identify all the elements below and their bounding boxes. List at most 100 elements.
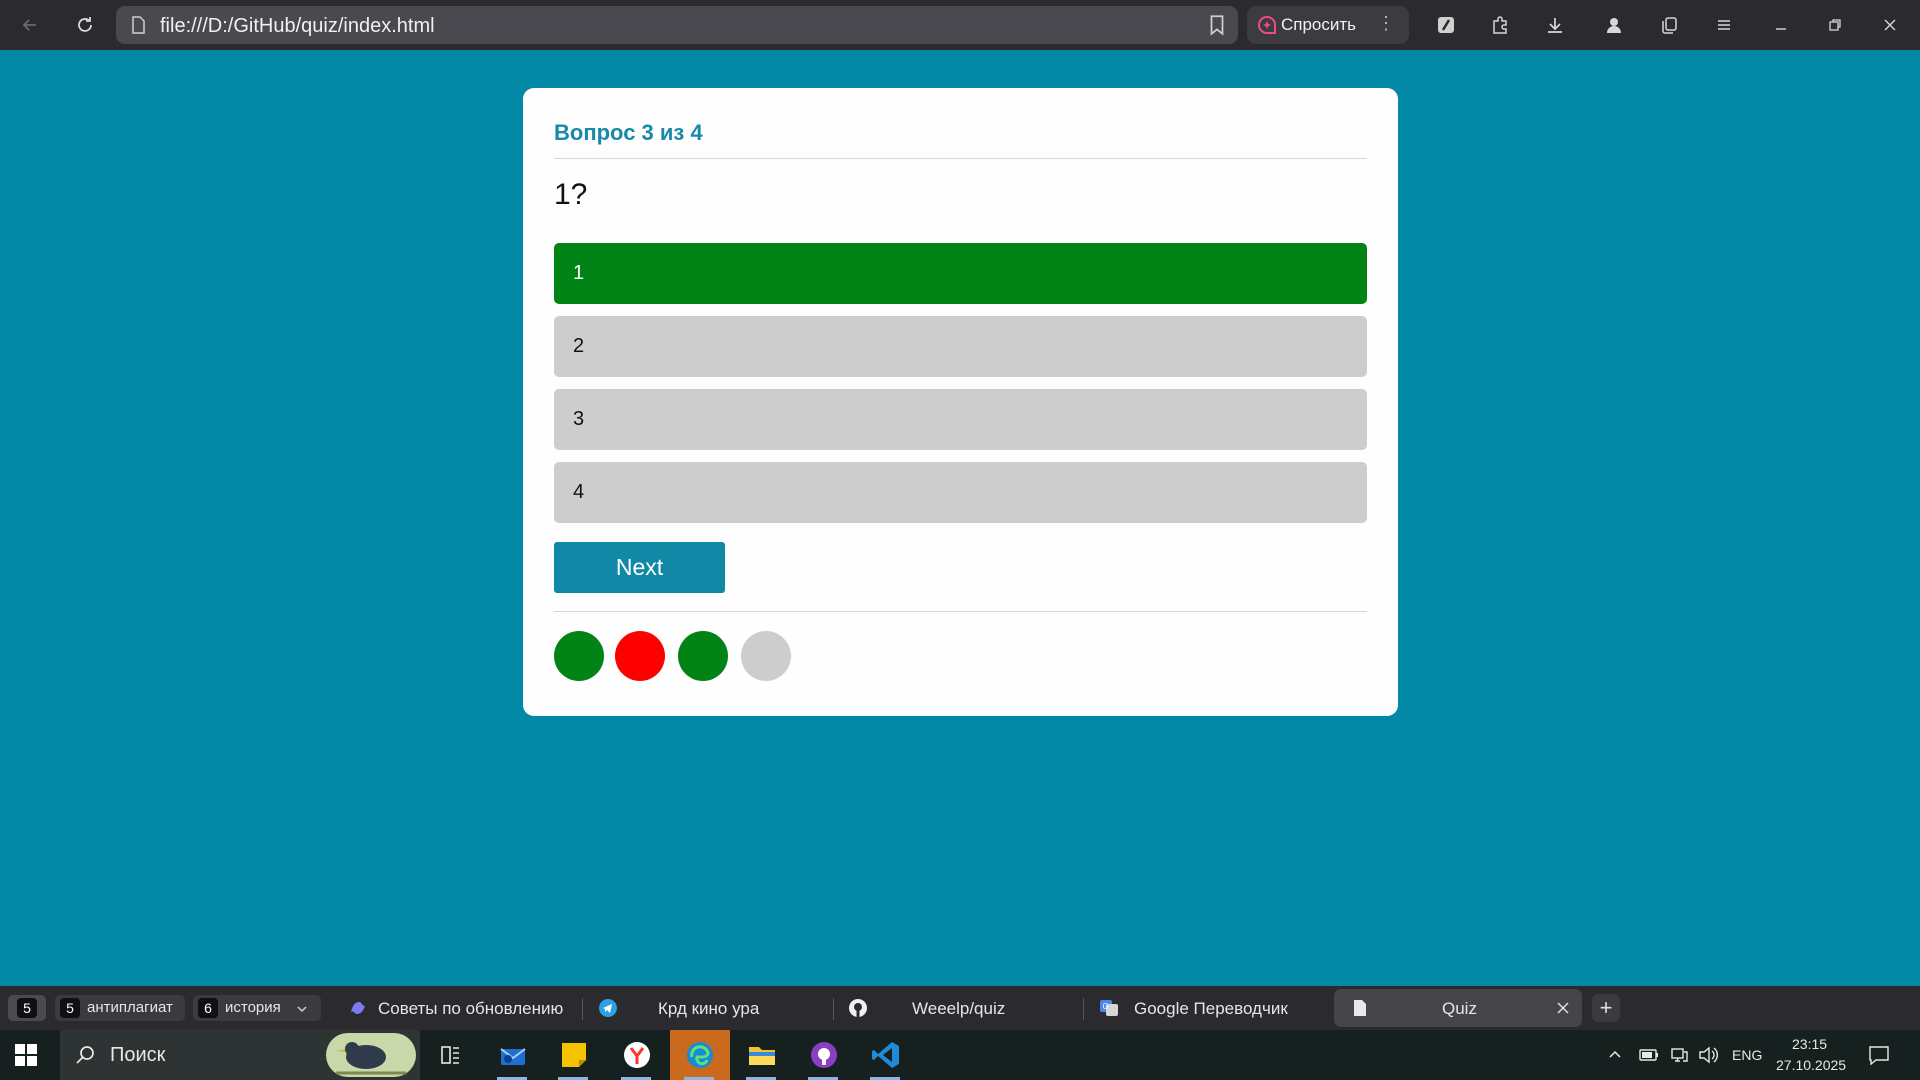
tab-quiz-active[interactable]: Quiz [1334,989,1582,1027]
ask-label: Спросить [1281,15,1357,34]
restore-button[interactable] [1819,9,1851,41]
tab-title: Советы по обновлению н [378,999,568,1018]
windows-start-icon[interactable] [14,1043,38,1067]
page-icon [1354,1000,1366,1016]
new-tab-button[interactable]: + [1592,994,1620,1022]
question-counter: Вопрос 3 из 4 [554,120,703,145]
progress-divider [554,611,1367,612]
yandex-browser-icon[interactable] [621,1039,653,1071]
question-text: 1? [554,178,588,211]
telegram-icon [599,999,617,1017]
progress-dot-1 [554,631,604,681]
search-placeholder: Поиск [110,1044,166,1066]
close-tab-icon[interactable] [1556,1001,1570,1015]
windows-taskbar: Поиск ENG 23:15 27.10.2025 [0,1030,1920,1080]
answer-option[interactable]: 3 [554,389,1367,450]
answer-label: 4 [573,481,585,503]
address-bar[interactable]: file:///D:/GitHub/quiz/index.html [116,6,1238,44]
progress-dot-3 [678,631,728,681]
workspaces-button[interactable]: 5 [8,995,46,1021]
task-view-icon[interactable] [434,1039,466,1071]
tab-title: Quiz [1442,999,1477,1018]
profile-icon [1607,18,1621,33]
answer-label: 1 [573,262,585,284]
file-explorer-icon[interactable] [746,1039,778,1071]
quiz-card: Вопрос 3 из 4 1? 1 2 3 4 Next [523,88,1398,716]
tab-copilot[interactable]: Советы по обновлению н [338,986,573,1030]
file-icon [132,16,145,34]
taskbar-search[interactable]: Поиск [60,1030,420,1080]
tab-separator [833,998,834,1020]
tab-github[interactable]: Weeelp/quiz [838,986,1078,1030]
tab-group-count: 6 [198,998,218,1018]
battery-icon[interactable] [1638,1045,1660,1065]
extensions-button[interactable] [1484,9,1516,41]
tab-google-translate[interactable]: G Google Переводчик [1089,986,1329,1030]
copilot-icon [351,1002,365,1014]
header-divider [554,158,1367,159]
minimize-button[interactable] [1765,9,1797,41]
puzzle-icon [1493,16,1507,34]
tab-telegram[interactable]: Крд кино ура [588,986,828,1030]
answer-label: 3 [573,408,585,430]
tab-separator [582,998,583,1020]
collections-icon [1662,17,1677,34]
tab-group-history[interactable]: 6 история [193,995,321,1021]
tab-group-label: антиплагиат [87,999,173,1016]
chevron-down-icon [297,1006,307,1013]
hamburger-icon [1718,20,1730,30]
answer-option[interactable]: 1 [554,243,1367,304]
back-button[interactable] [14,9,46,41]
back-arrow-icon [22,19,36,31]
profile-button[interactable] [1598,9,1630,41]
tab-title: Weeelp/quiz [912,999,1006,1018]
svg-text:G: G [1103,1002,1109,1011]
github-icon [849,999,867,1017]
extension-pinned-button[interactable] [1430,9,1462,41]
outlook-icon[interactable] [497,1039,529,1071]
github-desktop-icon[interactable] [808,1039,840,1071]
volume-icon[interactable] [1697,1045,1719,1065]
bookmark-icon[interactable] [1206,14,1228,36]
next-button[interactable]: Next [554,542,725,593]
tab-group-count: 5 [60,998,80,1018]
google-translate-icon: G [1100,1000,1118,1016]
collections-button[interactable] [1653,9,1685,41]
tab-group-label: история [225,999,281,1016]
answer-option[interactable]: 4 [554,462,1367,523]
url-text[interactable]: file:///D:/GitHub/quiz/index.html [160,15,435,38]
network-icon[interactable] [1669,1045,1689,1065]
search-highlight-bird-icon [326,1033,416,1077]
sticky-notes-icon[interactable] [558,1039,590,1071]
tab-strip: 5 5 антиплагиат 6 история Советы по обно… [0,986,1920,1030]
answer-label: 2 [573,335,585,357]
ask-ai-button[interactable]: Спросить ⋮ [1247,6,1409,44]
restore-icon [1829,19,1841,31]
progress-dot-4 [741,631,791,681]
tab-group-antiplagiat[interactable]: 5 антиплагиат [55,995,185,1021]
ai-chat-icon [1258,15,1276,34]
extension-app-icon [1438,17,1454,33]
clock-time[interactable]: 23:15 [1792,1036,1827,1052]
tab-title: Google Переводчик [1134,999,1288,1018]
minimize-icon [1776,28,1786,30]
edge-icon[interactable] [684,1039,716,1071]
chevron-up-icon[interactable] [1607,1047,1623,1063]
downloads-button[interactable] [1539,9,1571,41]
vscode-icon[interactable] [870,1039,902,1071]
close-window-button[interactable] [1874,9,1906,41]
reload-icon [78,17,92,32]
search-icon [76,1046,94,1064]
close-icon [1884,19,1896,31]
answer-option[interactable]: 2 [554,316,1367,377]
tab-separator [1083,998,1084,1020]
clock-date[interactable]: 27.10.2025 [1776,1057,1846,1073]
notifications-icon[interactable] [1868,1044,1890,1066]
workspace-count: 5 [17,998,37,1018]
more-options-icon[interactable]: ⋮ [1377,13,1395,34]
browser-toolbar: file:///D:/GitHub/quiz/index.html Спроси… [0,0,1920,50]
menu-button[interactable] [1708,9,1740,41]
reload-button[interactable] [69,9,101,41]
tab-title: Крд кино ура [658,999,760,1018]
language-indicator[interactable]: ENG [1732,1047,1762,1063]
